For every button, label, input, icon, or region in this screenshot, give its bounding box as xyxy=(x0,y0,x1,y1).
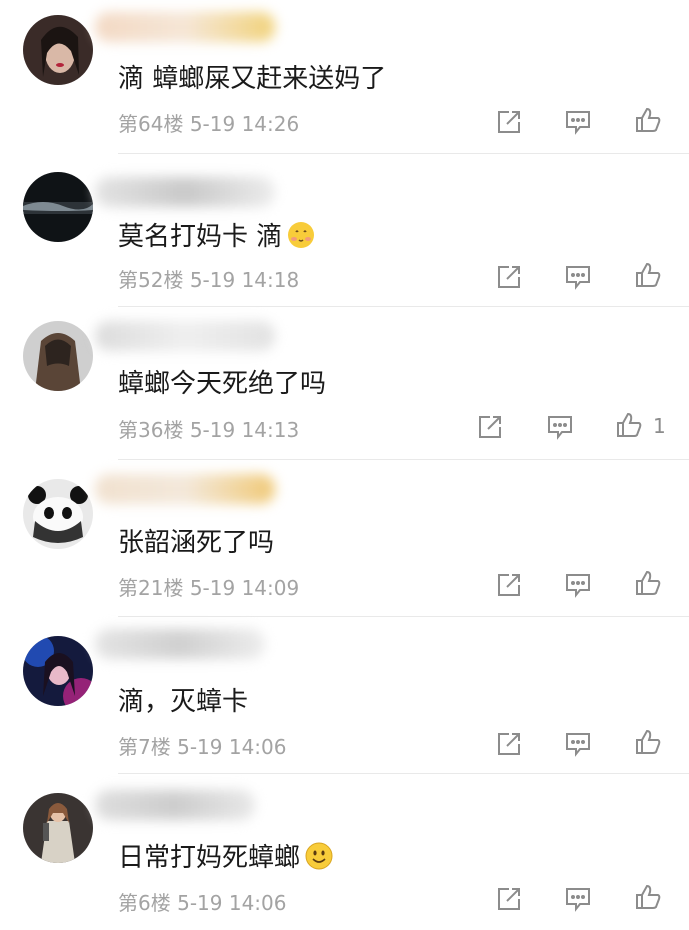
like-icon[interactable] xyxy=(633,105,663,135)
divider xyxy=(118,306,689,307)
comment-date: 5-19 xyxy=(189,576,236,600)
username-blurred xyxy=(95,790,255,820)
smiling-face-emoji xyxy=(305,842,333,870)
divider xyxy=(118,153,689,154)
comment-text: 张韶涵死了吗 xyxy=(118,528,275,558)
user-avatar[interactable] xyxy=(23,321,93,391)
like-icon[interactable] xyxy=(633,568,663,598)
floor-number: 第21楼 xyxy=(118,576,184,600)
share-icon[interactable] xyxy=(494,884,524,914)
comment-time: 14:13 xyxy=(241,418,300,442)
user-avatar[interactable] xyxy=(23,479,93,549)
user-avatar[interactable] xyxy=(23,636,93,706)
comment-time: 14:09 xyxy=(241,576,300,600)
comment-time: 14:18 xyxy=(241,268,300,292)
username-blurred xyxy=(95,321,275,351)
share-icon[interactable] xyxy=(494,107,524,137)
username-blurred xyxy=(95,629,265,659)
like-icon[interactable] xyxy=(633,882,663,912)
comment-text: 日常打妈死蟑螂 xyxy=(118,837,334,874)
comment-time: 14:26 xyxy=(241,112,300,136)
floor-number: 第36楼 xyxy=(118,418,184,442)
divider xyxy=(118,616,689,617)
reply-icon[interactable] xyxy=(563,570,593,600)
comment-text: 滴，灭蟑卡 xyxy=(118,687,249,717)
floor-number: 第6楼 xyxy=(118,891,171,915)
comment-date: 5-19 xyxy=(189,418,236,442)
comment-meta: 第6楼 5-19 14:06 xyxy=(118,887,286,916)
comment-date: 5-19 xyxy=(177,891,223,915)
user-avatar[interactable] xyxy=(23,172,93,242)
comment-text: 蟑螂今天死绝了吗 xyxy=(118,369,327,399)
floor-number: 第7楼 xyxy=(118,735,171,759)
divider xyxy=(118,459,689,460)
reply-icon[interactable] xyxy=(563,884,593,914)
divider xyxy=(118,773,689,774)
like-icon[interactable] xyxy=(633,727,663,757)
share-icon[interactable] xyxy=(475,412,505,442)
like-icon[interactable] xyxy=(614,410,644,440)
comment-text: 莫名打妈卡 滴 xyxy=(118,216,316,253)
reply-icon[interactable] xyxy=(563,729,593,759)
like-count: 1 xyxy=(653,414,666,438)
floor-number: 第64楼 xyxy=(118,112,184,136)
username-blurred xyxy=(95,177,275,207)
username-blurred xyxy=(95,474,275,504)
comment-date: 5-19 xyxy=(189,268,236,292)
user-avatar[interactable] xyxy=(23,15,93,85)
share-icon[interactable] xyxy=(494,262,524,292)
comment-meta: 第7楼 5-19 14:06 xyxy=(118,731,286,760)
comment-meta: 第64楼 5-19 14:26 xyxy=(118,108,299,137)
comment-time: 14:06 xyxy=(228,891,287,915)
comment-time: 14:06 xyxy=(228,735,287,759)
comment-meta: 第52楼 5-19 14:18 xyxy=(118,264,299,293)
reply-icon[interactable] xyxy=(545,412,575,442)
username-blurred xyxy=(95,12,275,42)
share-icon[interactable] xyxy=(494,570,524,600)
comment-text: 滴 蟑螂屎又赶来送妈了 xyxy=(118,64,387,94)
comment-date: 5-19 xyxy=(189,112,236,136)
reply-icon[interactable] xyxy=(563,107,593,137)
comment-date: 5-19 xyxy=(177,735,223,759)
blushing-face-emoji xyxy=(288,222,315,248)
user-avatar[interactable] xyxy=(23,793,93,863)
floor-number: 第52楼 xyxy=(118,268,184,292)
comment-meta: 第21楼 5-19 14:09 xyxy=(118,572,299,601)
like-icon[interactable] xyxy=(633,260,663,290)
share-icon[interactable] xyxy=(494,729,524,759)
reply-icon[interactable] xyxy=(563,262,593,292)
comment-meta: 第36楼 5-19 14:13 xyxy=(118,414,299,443)
